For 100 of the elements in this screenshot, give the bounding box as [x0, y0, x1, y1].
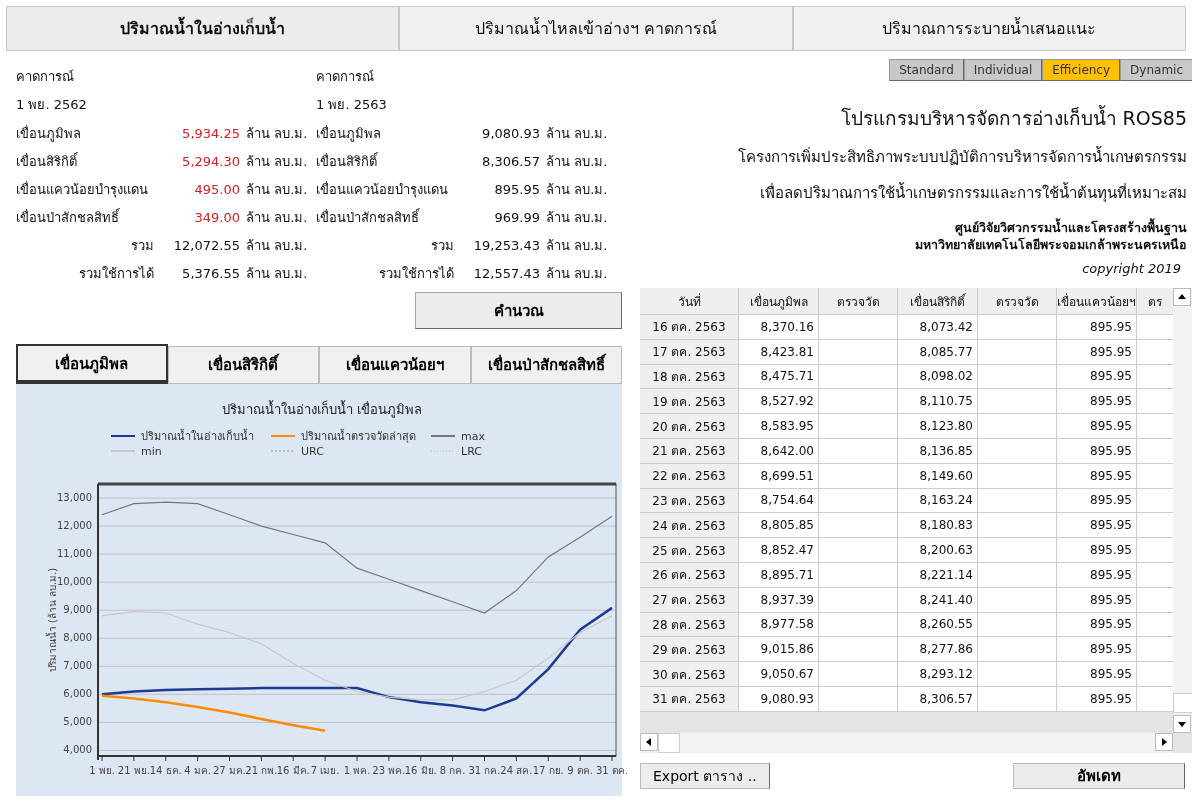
table-cell: 20 ตค. 2563	[640, 414, 739, 439]
y-tick-label: 12,000	[57, 520, 92, 532]
scroll-right-icon[interactable]	[1155, 733, 1173, 751]
y-tick-label: 11,000	[57, 548, 92, 560]
mode-button[interactable]: Efficiency	[1042, 59, 1121, 81]
total-label: รวม	[130, 236, 154, 255]
y-tick-label: 5,000	[63, 716, 92, 728]
storage-value: 8,306.57	[481, 153, 540, 169]
mode-button[interactable]: Standard	[889, 59, 964, 81]
dam-name: เขื่อนสิริกิติ์	[316, 151, 379, 171]
legend-item: LRC	[430, 445, 482, 458]
scroll-down-icon[interactable]	[1173, 715, 1191, 733]
project-description: เพื่อลดปริมาณการใช้น้ำเกษตรกรรมและการใช้น้ำต้นทุนที่เหมาะสม	[759, 181, 1187, 205]
organization-name: มหาวิทยาลัยเทคโนโลยีพระจอมเกล้าพระนครเหนือ	[915, 236, 1187, 253]
unit-label: ล้าน ลบ.ม.	[546, 180, 609, 199]
section-tab[interactable]: ปริมาณน้ำไหลเข้าอ่างฯ คาดการณ์	[399, 6, 793, 51]
table-cell: 895.95	[1057, 587, 1137, 613]
update-button[interactable]: อัพเดท	[1013, 763, 1185, 789]
x-tick-label: 16 มิย.	[404, 765, 437, 776]
dam-tab[interactable]: เขื่อนสิริกิติ์	[167, 346, 319, 384]
x-tick-label: 14 ธค.	[149, 765, 182, 776]
dam-tab[interactable]: เขื่อนภูมิพล	[16, 344, 168, 384]
calculate-button[interactable]: คำนวณ	[415, 292, 622, 329]
unit-label: ล้าน ลบ.ม.	[546, 236, 609, 255]
x-tick-label: 1 พย.	[89, 765, 115, 776]
table-cell: 8,583.95	[739, 414, 819, 439]
legend-item: ปริมาณน้ำตรวจวัดล่าสุด	[270, 430, 416, 443]
scroll-thumb[interactable]	[658, 733, 680, 753]
table-cell: 8,293.12	[898, 662, 978, 687]
mode-button[interactable]: Individual	[963, 59, 1043, 81]
x-tick-label: 21 พย.	[117, 765, 150, 776]
storage-value: 9,080.93	[481, 125, 540, 141]
y-tick-label: 8,000	[63, 632, 92, 644]
table-cell: 8,123.80	[898, 414, 978, 439]
table-cell: 25 ตค. 2563	[640, 538, 739, 563]
forecast-date: 1 พย. 2562	[16, 96, 88, 114]
scroll-up-icon[interactable]	[1173, 288, 1191, 306]
table-cell: 8,642.00	[739, 439, 819, 464]
total-label: รวม	[430, 236, 454, 255]
table-cell: 895.95	[1057, 439, 1137, 464]
unit-label: ล้าน ลบ.ม.	[546, 208, 609, 227]
table-cell: 28 ตค. 2563	[640, 612, 739, 638]
program-title: โปรแกรมบริหารจัดการอ่างเก็บน้ำ ROS85	[839, 104, 1187, 131]
table-cell: 895.95	[1057, 538, 1137, 563]
legend-item: URC	[270, 445, 324, 458]
y-tick-label: 10,000	[57, 576, 92, 588]
forecast-date: 1 พย. 2563	[316, 96, 388, 114]
dam-name: เขื่อนแควน้อยบำรุงแดน	[16, 180, 149, 200]
storage-value: 5,294.30	[181, 153, 240, 169]
x-tick-label: 23 พค.	[372, 765, 406, 776]
x-tick-label: 17 กย.	[532, 765, 564, 776]
dam-tab[interactable]: เขื่อนป่าสักชลสิทธิ์	[470, 346, 622, 384]
dam-name: เขื่อนแควน้อยบำรุงแดน	[316, 180, 449, 200]
legend-item: min	[110, 445, 162, 458]
column-header: วันที่	[640, 288, 739, 315]
unit-label: ล้าน ลบ.ม.	[246, 264, 309, 283]
section-tab[interactable]: ปริมาณน้ำในอ่างเก็บน้ำ	[6, 6, 400, 51]
dam-tab[interactable]: เขื่อนแควน้อยฯ	[319, 346, 471, 384]
dam-name: เขื่อนภูมิพล	[316, 124, 382, 144]
table-cell: 29 ตค. 2563	[640, 637, 739, 663]
mode-button[interactable]: Dynamic	[1120, 59, 1192, 81]
horizontal-scrollbar[interactable]	[640, 733, 1173, 753]
table-cell: 9,050.67	[739, 662, 819, 687]
table-cell: 8,085.77	[898, 339, 978, 365]
table-cell: 895.95	[1057, 662, 1137, 687]
total-value: 5,376.55	[181, 265, 240, 281]
export-button[interactable]: Export ตาราง ..	[640, 763, 770, 789]
scroll-left-icon[interactable]	[640, 733, 658, 751]
table-cell: 8,073.42	[898, 315, 978, 340]
legend-label: URC	[301, 445, 325, 458]
column-header: ตรวจวัด	[819, 288, 898, 315]
storage-value: 495.00	[193, 181, 240, 197]
dam-name: เขื่อนป่าสักชลสิทธิ์	[16, 207, 121, 227]
x-tick-label: 27 มค.	[212, 765, 247, 776]
table-cell: 8,423.81	[739, 339, 819, 365]
x-tick-label: 16 มีค.	[276, 765, 310, 776]
table-cell: 8,852.47	[739, 538, 819, 563]
y-tick-label: 9,000	[63, 604, 92, 616]
table-cell: 8,306.57	[898, 686, 978, 712]
scroll-thumb[interactable]	[1173, 693, 1192, 713]
section-tab[interactable]: ปริมาณการระบายน้ำเสนอแนะ	[792, 6, 1186, 51]
dam-name: เขื่อนป่าสักชลสิทธิ์	[316, 207, 421, 227]
table-cell: 9,080.93	[739, 686, 819, 712]
table-cell: 16 ตค. 2563	[640, 315, 739, 340]
y-tick-label: 4,000	[63, 744, 92, 756]
dam-name: เขื่อนสิริกิติ์	[16, 151, 79, 171]
y-tick-label: 13,000	[57, 492, 92, 503]
total-value: 12,557.43	[472, 265, 540, 281]
unit-label: ล้าน ลบ.ม.	[546, 152, 609, 171]
total-label: รวมใช้การได้	[378, 264, 454, 283]
legend-label: min	[141, 445, 162, 458]
total-label: รวมใช้การได้	[78, 264, 154, 283]
table-cell: 8,200.63	[898, 538, 978, 563]
legend-item: ปริมาณน้ำในอ่างเก็บน้ำ	[110, 430, 254, 443]
chart-title: ปริมาณน้ำในอ่างเก็บน้ำ เขื่อนภูมิพล	[221, 402, 423, 417]
vertical-scrollbar[interactable]	[1173, 288, 1192, 733]
table-cell: 31 ตค. 2563	[640, 686, 739, 712]
table-cell: 8,241.40	[898, 587, 978, 613]
legend-item: max	[430, 430, 485, 443]
total-value: 12,072.55	[172, 237, 240, 253]
